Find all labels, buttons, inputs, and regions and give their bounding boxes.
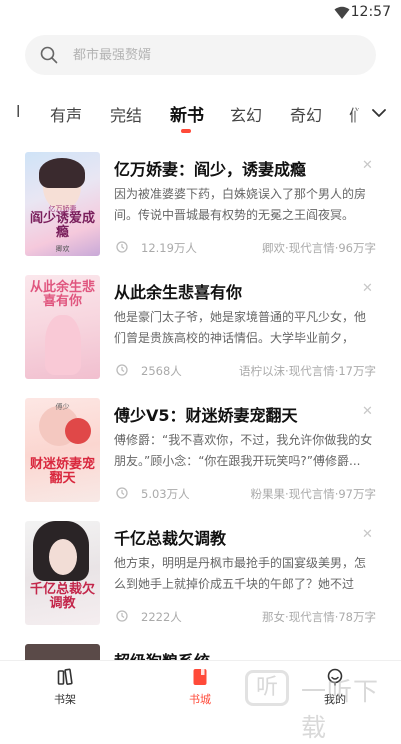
book-cover[interactable]: 从此余生悲喜有你 [25,275,100,379]
tab-xuanhuan[interactable]: 玄幻 [230,102,262,126]
search-input[interactable] [73,35,353,75]
book-title[interactable]: 从此余生悲喜有你 [114,279,242,303]
author-meta: 卿欢·现代言情·96万字 [262,241,376,255]
book-title[interactable]: 超级狗粮系统 [114,648,210,660]
search-icon[interactable] [40,46,58,64]
book-title[interactable]: 亿万娇妻：阎少，诱妻成瘾 [114,156,306,180]
book-meta: 2568人 语柠以沫·现代言情·17万字 [114,362,376,380]
category-tabs: l 有声 完结 新书 玄幻 奇幻 们 [0,92,401,138]
close-icon[interactable]: ✕ [362,158,373,173]
readers-icon [116,610,128,622]
author-meta: 粉果果·现代言情·97万字 [250,487,376,501]
chevron-down-icon[interactable] [370,104,388,122]
cover-title: 从此余生悲喜有你 [29,280,95,309]
book-cover[interactable]: 千亿总裁欠调教 [25,521,100,625]
watermark-text: 一听下载 [301,677,380,742]
close-icon[interactable]: ✕ [362,281,373,296]
book-item[interactable]: 傅少 财迷娇妻宠翻天 傅少V5：财迷娇妻宠翻天 ✕ 傅修爵：“我不喜欢你，不过，… [0,398,401,522]
book-cover[interactable] [25,644,100,660]
status-time: 12:57 [350,4,391,20]
readers-count: 2568人 [141,364,182,378]
book-item[interactable]: 从此余生悲喜有你 从此余生悲喜有你 ✕ 他是豪门太子爷，她是家境普通的平凡少女，… [0,275,401,399]
tab-partial-left[interactable]: l [16,102,22,121]
cover-author: 卿欢 [55,245,70,253]
book-cover[interactable]: 阎少诱爱成瘾 亿万娇妻 卿欢 [25,152,100,256]
bookstore-icon [193,669,207,685]
readers-icon [116,241,128,253]
author-meta: 语柠以沫·现代言情·17万字 [239,364,376,378]
close-icon[interactable]: ✕ [362,527,373,542]
nav-label: 书架 [54,693,76,706]
nav-label: 书城 [189,693,211,706]
cover-title: 千亿总裁欠调教 [29,582,95,611]
tab-qihuan[interactable]: 奇幻 [290,102,322,126]
book-description: 傅修爵：“我不喜欢你，不过，我允许你做我的女朋友。”顾小念：“你在跟我开玩笑吗?… [114,433,373,468]
bookshelf-icon [57,668,73,685]
book-cover[interactable]: 傅少 财迷娇妻宠翻天 [25,398,100,502]
book-title[interactable]: 傅少V5：财迷娇妻宠翻天 [114,402,298,426]
book-meta: 5.03万人 粉果果·现代言情·97万字 [114,485,376,503]
tab-active-indicator [181,129,191,133]
nav-bookshelf[interactable]: 书架 [35,661,95,711]
readers-icon [116,364,128,376]
wifi-icon [334,6,350,19]
status-bar: 12:57 [0,0,401,26]
book-description: 因为被准婆婆下药，白姝娆误入了那个男人的房间。传说中晋城最有权势的无冕之王阎夜冥… [114,187,367,222]
cover-subtitle: 傅少 [55,403,70,411]
tab-new-books[interactable]: 新书 [170,101,204,126]
cover-subtitle: 亿万娇妻 [48,205,77,213]
close-icon[interactable]: ✕ [362,404,373,419]
readers-icon [116,487,128,499]
cover-title: 财迷娇妻宠翻天 [29,457,95,486]
watermark-logo: 听 [245,670,289,706]
book-title[interactable]: 千亿总裁欠调教 [114,525,226,549]
book-item[interactable]: 千亿总裁欠调教 千亿总裁欠调教 ✕ 他方束，明明是丹枫市最抢手的国宴级美男，怎么… [0,521,401,645]
readers-count: 2222人 [141,610,182,624]
author-meta: 那女·现代言情·78万字 [262,610,376,624]
book-meta: 12.19万人 卿欢·现代言情·96万字 [114,239,376,257]
book-meta: 2222人 那女·现代言情·78万字 [114,608,376,626]
book-description: 他是豪门太子爷，她是家境普通的平凡少女，他们曾是贵族高校的神话情侣。大学毕业前夕… [114,310,367,345]
watermark: 听 一听下载 [245,670,401,742]
cover-title: 阎少诱爱成瘾 [29,211,95,240]
book-item[interactable]: 阎少诱爱成瘾 亿万娇妻 卿欢 亿万娇妻：阎少，诱妻成瘾 ✕ 因为被准婆婆下药，白… [0,152,401,276]
tab-audio[interactable]: 有声 [50,102,82,126]
readers-count: 5.03万人 [141,487,190,501]
tab-completed[interactable]: 完结 [110,102,142,126]
search-bar[interactable] [25,35,376,75]
nav-bookstore[interactable]: 书城 [170,661,230,711]
book-description: 他方束，明明是丹枫市最抢手的国宴级美男，怎么到她手上就掉价成五千块的午郎了？她不… [114,556,367,591]
book-item[interactable]: 超级狗粮系统 [0,644,401,660]
readers-count: 12.19万人 [141,241,197,255]
